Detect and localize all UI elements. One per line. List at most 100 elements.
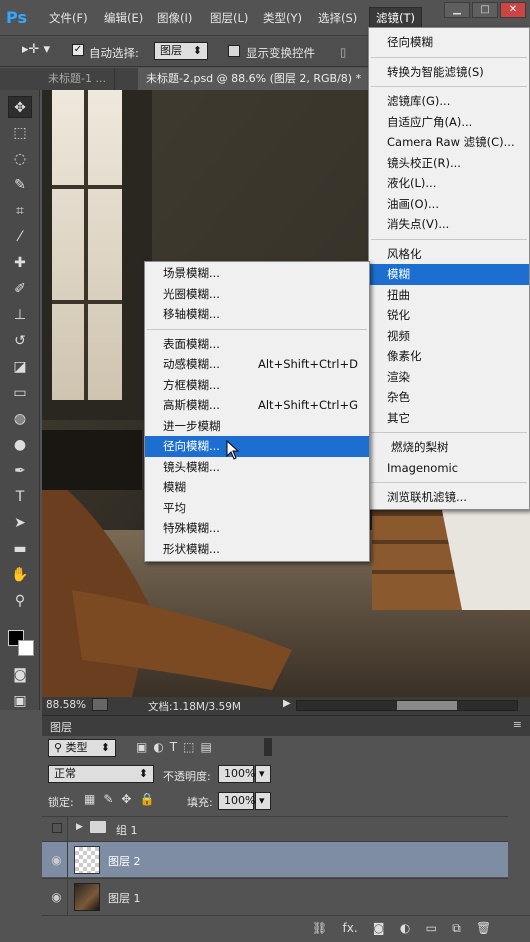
crop-tool-icon[interactable]: ⌗ [8, 200, 32, 222]
expand-arrow-icon[interactable]: ▶ [76, 822, 83, 832]
fx-icon[interactable]: fx. [343, 921, 358, 935]
menu-item-iris-blur[interactable]: 光圈模糊... [145, 284, 369, 305]
quick-select-tool-icon[interactable]: ✎ [8, 174, 32, 196]
menu-item-blur-more[interactable]: 进一步模糊 [145, 416, 369, 437]
menu-image[interactable]: 图像(I) [157, 10, 192, 26]
layer-name[interactable]: 图层 1 [108, 890, 141, 906]
fill-arrow-icon[interactable]: ▾ [255, 792, 271, 810]
menu-item-video[interactable]: 视频 [369, 326, 529, 347]
menu-item-blur[interactable]: 模糊 [369, 264, 529, 285]
menu-item-imagenomic[interactable]: Imagenomic [369, 458, 529, 479]
menu-item-tilt-shift[interactable]: 移轴模糊... [145, 304, 369, 325]
export-icon[interactable] [92, 698, 108, 711]
menu-item-sharpen[interactable]: 锐化 [369, 305, 529, 326]
marquee-tool-icon[interactable]: ⬚ [8, 122, 32, 144]
layers-panel-title[interactable]: 图层 [50, 719, 72, 735]
opacity-input[interactable]: 100% [218, 765, 255, 783]
close-icon[interactable]: ✕ [500, 2, 526, 18]
menu-item-last-filter[interactable]: 径向模糊 [369, 32, 529, 53]
add-mask-icon[interactable]: ◙ [373, 921, 385, 935]
layer-name[interactable]: 图层 2 [108, 853, 141, 869]
menu-item-oil-paint[interactable]: 油画(O)... [369, 194, 529, 215]
layer-row-layer-1[interactable]: ◉ 图层 1 [42, 878, 508, 915]
maximize-icon[interactable]: □ [472, 2, 498, 18]
menu-item-stylize[interactable]: 风格化 [369, 244, 529, 265]
history-brush-icon[interactable]: ↺ [8, 330, 32, 352]
menu-item-average[interactable]: 平均 [145, 498, 369, 519]
filter-type-icons[interactable]: ▣◐T⬚▤ [136, 740, 218, 754]
gradient-tool-icon[interactable]: ▭ [8, 382, 32, 404]
menu-item-plugin-pear-tree[interactable]: 燃烧的梨树 [369, 437, 529, 458]
menu-layer[interactable]: 图层(L) [210, 10, 248, 26]
background-color-swatch[interactable] [18, 640, 34, 656]
path-select-tool-icon[interactable]: ➤ [8, 512, 32, 534]
panel-menu-icon[interactable]: ≡ [513, 718, 522, 731]
menu-item-field-blur[interactable]: 场景模糊... [145, 263, 369, 284]
zoom-tool-icon[interactable]: ⚲ [8, 590, 32, 612]
visibility-toggle[interactable] [46, 817, 68, 841]
pen-tool-icon[interactable]: ✒ [8, 460, 32, 482]
menu-item-lens-correction[interactable]: 镜头校正(R)... [369, 153, 529, 174]
quick-mask-icon[interactable]: ◙ [8, 664, 32, 686]
status-menu-arrow-icon[interactable]: ▶ [283, 698, 291, 709]
zoom-level[interactable]: 88.58% [46, 699, 86, 711]
menu-item-gaussian-blur[interactable]: 高斯模糊... Alt+Shift+Ctrl+G [145, 395, 369, 416]
new-layer-icon[interactable]: ⧉ [452, 921, 461, 935]
tab-untitled-1[interactable]: 未标题-1 ... [40, 68, 115, 90]
layer-kind-filter[interactable]: ⚲ 类型 ⬍ [48, 739, 116, 757]
type-tool-icon[interactable]: T [8, 486, 32, 508]
hand-tool-icon[interactable]: ✋ [8, 564, 32, 586]
opacity-arrow-icon[interactable]: ▾ [255, 765, 271, 783]
adjustment-layer-icon[interactable]: ◐ [400, 921, 410, 935]
menu-item-blur-plain[interactable]: 模糊 [145, 477, 369, 498]
menu-item-vanishing-point[interactable]: 消失点(V)... [369, 214, 529, 235]
menu-item-distort[interactable]: 扭曲 [369, 285, 529, 306]
link-layers-icon[interactable]: ⛓ [312, 921, 327, 935]
new-group-icon[interactable]: ▭ [426, 921, 437, 935]
blur-tool-icon[interactable]: ◍ [8, 408, 32, 430]
filter-toggle[interactable] [264, 738, 272, 756]
menu-item-motion-blur[interactable]: 动感模糊... Alt+Shift+Ctrl+D [145, 354, 369, 375]
menu-item-smart-blur[interactable]: 特殊模糊... [145, 518, 369, 539]
menu-type[interactable]: 类型(Y) [263, 10, 302, 26]
brush-tool-icon[interactable]: ✐ [8, 278, 32, 300]
layer-row-group-1[interactable]: ▶ 组 1 [42, 816, 508, 841]
fill-input[interactable]: 100% [218, 792, 255, 810]
menu-item-adaptive-wide-angle[interactable]: 自适应广角(A)... [369, 112, 529, 133]
show-transform-checkbox[interactable] [228, 45, 240, 57]
horizontal-scrollbar[interactable] [296, 700, 518, 711]
healing-tool-icon[interactable]: ✚ [8, 252, 32, 274]
shape-tool-icon[interactable]: ▬ [8, 538, 32, 560]
menu-item-noise[interactable]: 杂色 [369, 387, 529, 408]
move-tool-icon[interactable]: ✥ [8, 96, 32, 118]
menu-item-surface-blur[interactable]: 表面模糊... [145, 334, 369, 355]
scrollbar-thumb[interactable] [397, 701, 457, 710]
menu-item-browse-online[interactable]: 浏览联机滤镜... [369, 487, 529, 508]
layer-name[interactable]: 组 1 [116, 822, 138, 838]
menu-filter[interactable]: 滤镜(T) [369, 7, 422, 29]
menu-item-smart-filter[interactable]: 转换为智能滤镜(S) [369, 62, 529, 83]
menu-item-liquify[interactable]: 液化(L)... [369, 173, 529, 194]
stamp-tool-icon[interactable]: ⊥ [8, 304, 32, 326]
dodge-tool-icon[interactable]: ● [8, 434, 32, 456]
eyedropper-tool-icon[interactable]: ⁄ [8, 226, 32, 248]
align-icon[interactable]: ▯ [340, 45, 346, 59]
blend-mode-dropdown[interactable]: 正常 ⬍ [48, 765, 154, 783]
auto-select-checkbox[interactable]: ✓ [72, 44, 84, 56]
screen-mode-icon[interactable]: ▣ [8, 690, 32, 712]
menu-item-shape-blur[interactable]: 形状模糊... [145, 539, 369, 560]
menu-item-pixelate[interactable]: 像素化 [369, 346, 529, 367]
menu-edit[interactable]: 编辑(E) [104, 10, 143, 26]
tab-untitled-2[interactable]: 未标题-2.psd @ 88.6% (图层 2, RGB/8) * [138, 68, 371, 90]
minimize-icon[interactable]: ▁ [444, 2, 470, 18]
layer-row-layer-2[interactable]: ◉ 图层 2 [42, 841, 508, 878]
auto-select-dropdown[interactable]: 图层 ⬍ [154, 42, 208, 60]
eraser-tool-icon[interactable]: ◪ [8, 356, 32, 378]
menu-item-box-blur[interactable]: 方框模糊... [145, 375, 369, 396]
eye-icon[interactable]: ◉ [46, 842, 68, 878]
menu-select[interactable]: 选择(S) [318, 10, 357, 26]
delete-layer-icon[interactable]: 🗑 [476, 921, 491, 935]
lasso-tool-icon[interactable]: ◌ [8, 148, 32, 170]
menu-item-filter-gallery[interactable]: 滤镜库(G)... [369, 91, 529, 112]
menu-item-render[interactable]: 渲染 [369, 367, 529, 388]
